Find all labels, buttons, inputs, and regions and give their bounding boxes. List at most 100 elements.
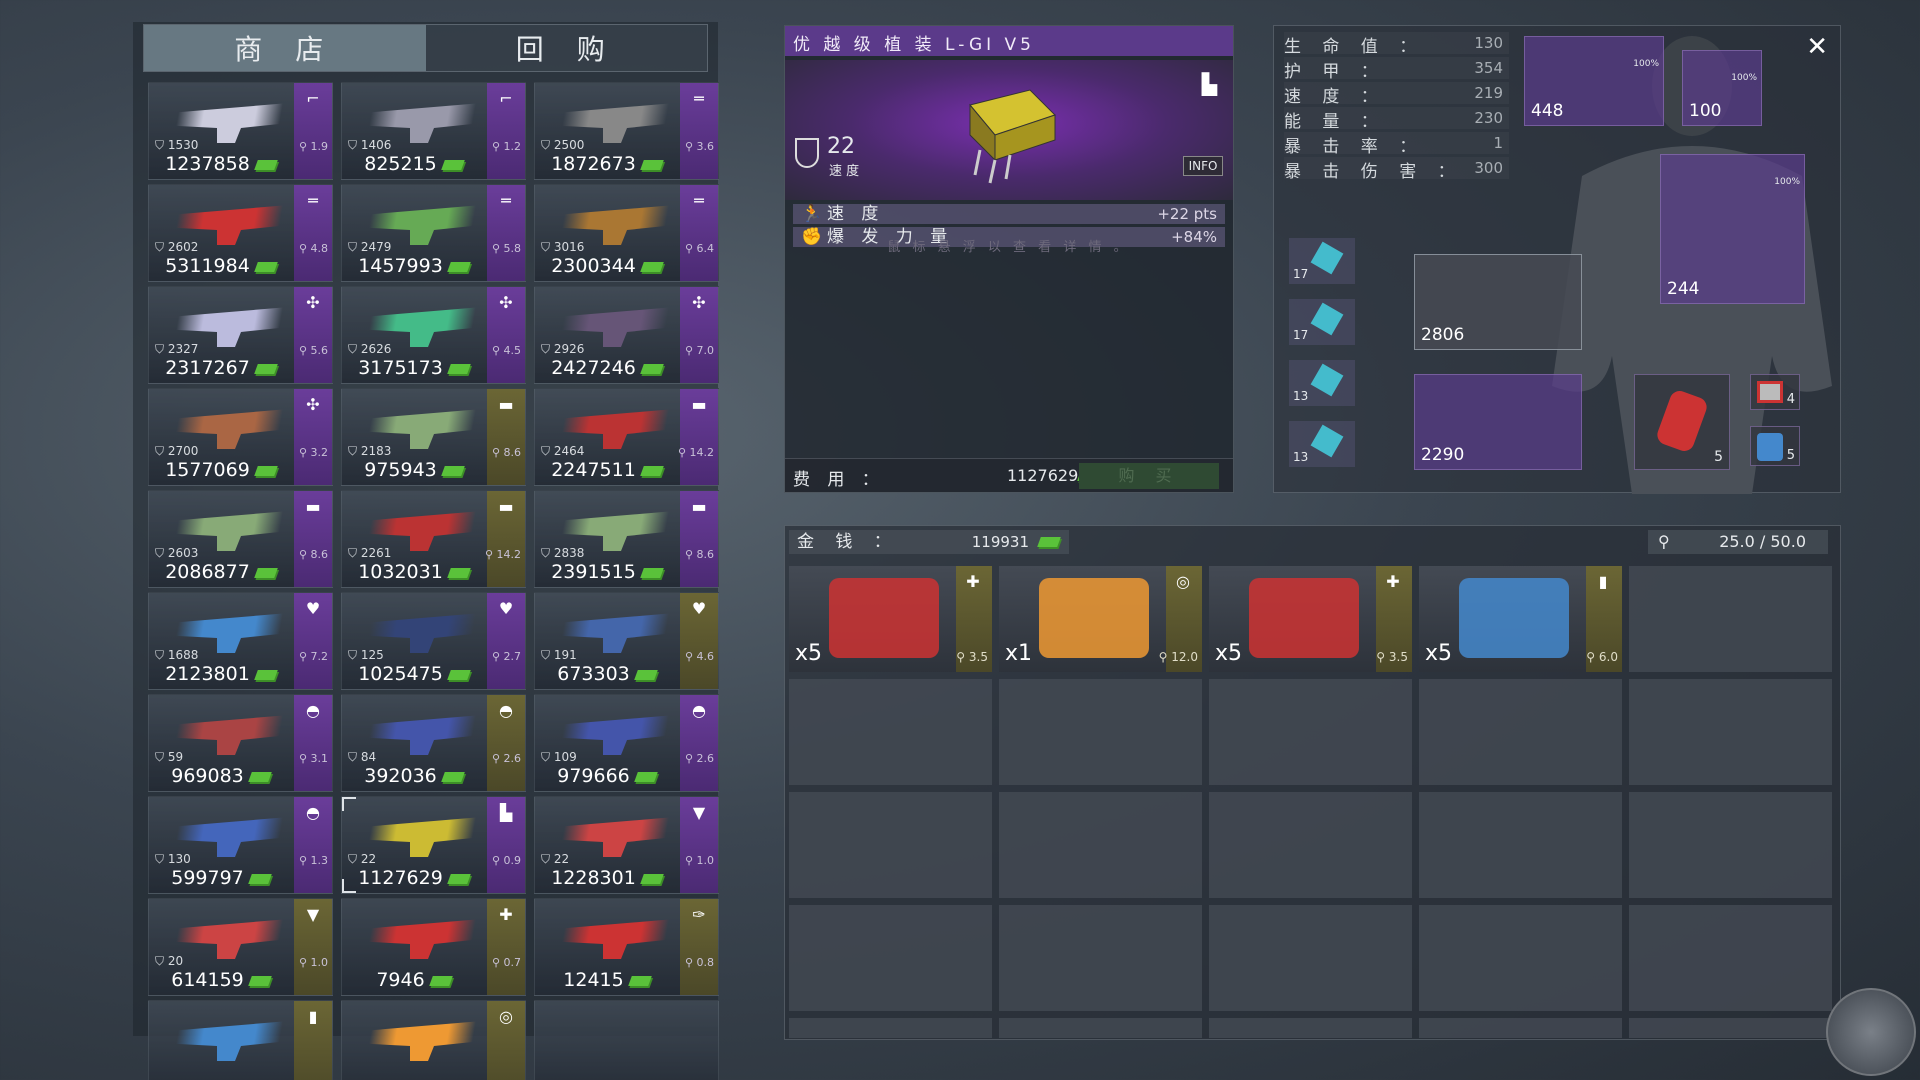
item-armor: ⛉ 2626 bbox=[348, 342, 392, 356]
shop-item[interactable]: ▬ ⚲ 14.2 ⛉ 2464 2247511 bbox=[534, 388, 719, 486]
item-armor: ⛉ 2603 bbox=[155, 546, 199, 560]
shop-item[interactable]: ▬ ⚲ 14.2 ⛉ 2261 1032031 bbox=[341, 490, 526, 588]
slot-gun-top[interactable]: 448 100% bbox=[1524, 36, 1664, 126]
cash-icon bbox=[446, 261, 471, 272]
inventory-slot[interactable] bbox=[1629, 1018, 1832, 1038]
slot-head[interactable]: 100 100% bbox=[1682, 50, 1762, 126]
item-image bbox=[169, 307, 289, 347]
shop-item[interactable]: ▬ ⚲ 8.6 ⛉ 2183 975943 bbox=[341, 388, 526, 486]
shop-item[interactable]: ✣ ⚲ 4.5 ⛉ 2626 3175173 bbox=[341, 286, 526, 384]
item-weight: ⚲ 8.6 bbox=[684, 548, 714, 561]
item-quantity: x1 bbox=[1005, 641, 1033, 666]
info-button[interactable]: INFO bbox=[1183, 156, 1223, 176]
shop-item[interactable]: ♥ ⚲ 4.6 ⛉ 191 673303 bbox=[534, 592, 719, 690]
item-image bbox=[1249, 578, 1359, 658]
slot-quantity: 5 bbox=[1714, 449, 1723, 465]
slot-body[interactable]: 244 100% bbox=[1660, 154, 1805, 304]
shop-item[interactable]: ✣ ⚲ 7.0 ⛉ 2926 2427246 bbox=[534, 286, 719, 384]
inventory-slot[interactable] bbox=[1629, 566, 1832, 672]
item-weight: ⚲ 1.2 bbox=[491, 140, 521, 153]
shop-item[interactable]: ▙ ⚲ 0.9 ⛉ 22 1127629 bbox=[341, 796, 526, 894]
inventory-slot[interactable] bbox=[789, 792, 992, 898]
slot-armor-value: 17 bbox=[1293, 267, 1309, 281]
shop-item[interactable]: ▬ ⚲ 8.6 ⛉ 2603 2086877 bbox=[148, 490, 333, 588]
shop-item[interactable]: ◓ ⚲ 3.1 ⛉ 59 969083 bbox=[148, 694, 333, 792]
stat-value: 22 bbox=[827, 134, 855, 159]
inventory-item[interactable]: ◎ x1 ⚲ 12.0 bbox=[999, 566, 1202, 672]
slot-medkit[interactable]: 4 bbox=[1750, 374, 1800, 410]
inventory-item[interactable]: ✚ x5 ⚲ 3.5 bbox=[1209, 566, 1412, 672]
shop-item[interactable]: ═ ⚲ 3.6 ⛉ 2500 1872673 bbox=[534, 82, 719, 180]
inventory-slot[interactable] bbox=[789, 1018, 992, 1038]
item-image bbox=[555, 817, 675, 857]
inventory-slot[interactable] bbox=[789, 905, 992, 1011]
shop-item[interactable]: ✑ ⚲ 0.8 12415 bbox=[534, 898, 719, 996]
item-weight: ⚲ 0.9 bbox=[491, 854, 521, 867]
shop-item[interactable]: ♥ ⚲ 2.7 ⛉ 125 1025475 bbox=[341, 592, 526, 690]
inventory-slot[interactable] bbox=[999, 905, 1202, 1011]
shop-item[interactable]: ◓ ⚲ 2.6 ⛉ 109 979666 bbox=[534, 694, 719, 792]
inventory-slot[interactable] bbox=[789, 679, 992, 785]
inventory-slot[interactable] bbox=[999, 679, 1202, 785]
shirt-icon: ▼ bbox=[306, 905, 320, 924]
buy-button[interactable]: 购 买 bbox=[1079, 463, 1219, 489]
inventory-item[interactable]: ▮ x5 ⚲ 6.0 bbox=[1419, 566, 1622, 672]
inventory-slot[interactable] bbox=[1419, 792, 1622, 898]
stat-value: +22 pts bbox=[1157, 205, 1217, 223]
slot-implant[interactable]: 13 bbox=[1289, 421, 1355, 467]
slot-battery[interactable]: 5 bbox=[1750, 426, 1800, 466]
shop-item[interactable]: ═ ⚲ 5.8 ⛉ 2479 1457993 bbox=[341, 184, 526, 282]
avatar bbox=[1826, 988, 1916, 1076]
item-image bbox=[169, 205, 289, 245]
item-armor: ⛉ 22 bbox=[348, 852, 377, 866]
slot-grenade[interactable]: 5 bbox=[1634, 374, 1730, 470]
inventory-slot[interactable] bbox=[1419, 905, 1622, 1011]
inventory-slot[interactable] bbox=[999, 792, 1202, 898]
slot-armor-value: 2290 bbox=[1421, 445, 1465, 465]
slot-implant[interactable]: 13 bbox=[1289, 360, 1355, 406]
shop-item[interactable]: ◎ bbox=[341, 1000, 526, 1080]
shop-item[interactable]: ▼ ⚲ 1.0 ⛉ 20 614159 bbox=[148, 898, 333, 996]
medkit-icon: ✚ bbox=[966, 572, 980, 591]
shop-item[interactable]: ◓ ⚲ 2.6 ⛉ 84 392036 bbox=[341, 694, 526, 792]
inventory-slot[interactable] bbox=[1209, 905, 1412, 1011]
inventory-slot[interactable] bbox=[1629, 905, 1832, 1011]
item-image bbox=[169, 715, 289, 755]
tab-shop[interactable]: 商 店 bbox=[144, 25, 426, 71]
shop-item[interactable]: ═ ⚲ 6.4 ⛉ 3016 2300344 bbox=[534, 184, 719, 282]
inventory-slot[interactable] bbox=[1419, 679, 1622, 785]
shop-item[interactable]: ═ ⚲ 4.8 ⛉ 2602 5311984 bbox=[148, 184, 333, 282]
inventory-slot[interactable] bbox=[1209, 679, 1412, 785]
slot-implant[interactable]: 17 bbox=[1289, 299, 1355, 345]
shop-item[interactable]: ✣ ⚲ 3.2 ⛉ 2700 1577069 bbox=[148, 388, 333, 486]
cash-icon bbox=[253, 159, 278, 170]
inventory-slot[interactable] bbox=[1629, 792, 1832, 898]
shop-item[interactable]: ⌐ ⚲ 1.2 ⛉ 1406 825215 bbox=[341, 82, 526, 180]
tab-buyback[interactable]: 回 购 bbox=[426, 25, 708, 71]
grenade-icon bbox=[1654, 388, 1710, 454]
shop-item[interactable]: ♥ ⚲ 7.2 ⛉ 1688 2123801 bbox=[148, 592, 333, 690]
device-icon: ◎ bbox=[499, 1007, 513, 1026]
stat-value: 219 bbox=[1474, 84, 1503, 102]
shop-item[interactable]: ▮ bbox=[148, 1000, 333, 1080]
shop-item[interactable]: ◓ ⚲ 1.3 ⛉ 130 599797 bbox=[148, 796, 333, 894]
inventory-item[interactable]: ✚ x5 ⚲ 3.5 bbox=[789, 566, 992, 672]
inventory-slot[interactable] bbox=[1419, 1018, 1622, 1038]
shop-item[interactable]: ▼ ⚲ 1.0 ⛉ 22 1228301 bbox=[534, 796, 719, 894]
slot-primary-weapon[interactable]: 2806 bbox=[1414, 254, 1582, 350]
inventory-slot[interactable] bbox=[1209, 1018, 1412, 1038]
shop-item[interactable]: ▬ ⚲ 8.6 ⛉ 2838 2391515 bbox=[534, 490, 719, 588]
inventory-slot[interactable] bbox=[999, 1018, 1202, 1038]
inventory-slot[interactable] bbox=[1629, 679, 1832, 785]
shop-item[interactable]: ✣ ⚲ 5.6 ⛉ 2327 2317267 bbox=[148, 286, 333, 384]
slot-implant[interactable]: 17 bbox=[1289, 238, 1355, 284]
hover-hint: 鼠 标 悬 浮 以 查 看 详 情 。 bbox=[887, 240, 1131, 255]
shop-item[interactable]: ⌐ ⚲ 1.9 ⛉ 1530 1237858 bbox=[148, 82, 333, 180]
slot-secondary-weapon[interactable]: 2290 bbox=[1414, 374, 1582, 470]
inventory-slot[interactable] bbox=[1209, 792, 1412, 898]
shop-item[interactable]: ✚ ⚲ 0.7 7946 bbox=[341, 898, 526, 996]
slot-armor-value: 100 bbox=[1689, 101, 1722, 121]
item-preview: ▙ 22 速 度 INFO bbox=[785, 60, 1233, 200]
item-price: 2300344 bbox=[535, 255, 678, 277]
shotgun-icon: ═ bbox=[694, 191, 704, 210]
